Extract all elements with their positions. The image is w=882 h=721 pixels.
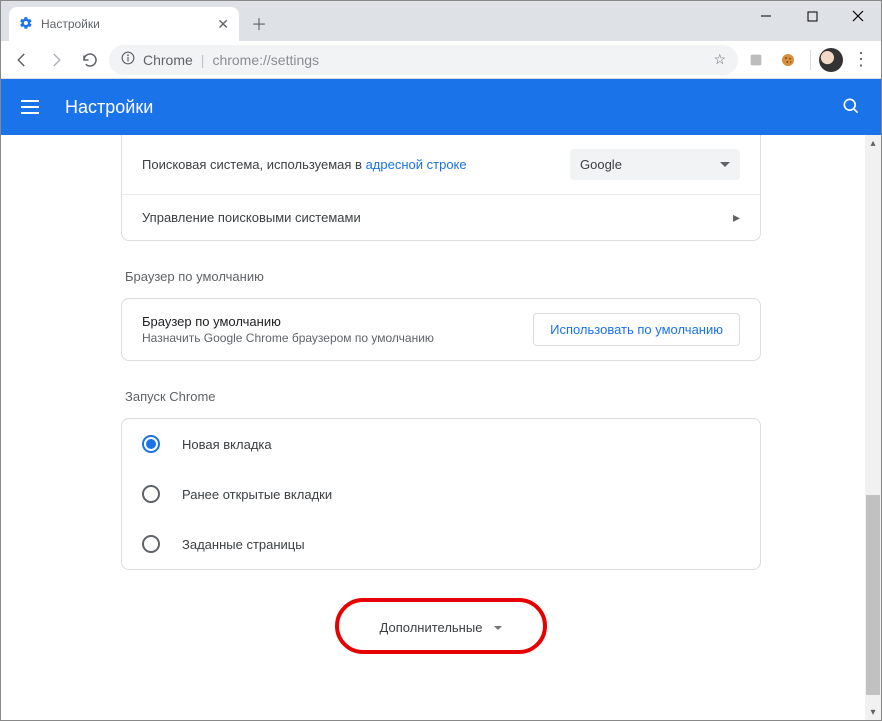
content-wrap: Поисковая система, используемая в адресн… <box>1 135 881 720</box>
omnibox-url: chrome://settings <box>212 52 319 68</box>
startup-option-label: Новая вкладка <box>182 437 272 452</box>
scrollbar-thumb[interactable] <box>866 495 880 695</box>
omnibox[interactable]: Chrome | chrome://settings ☆ <box>109 45 738 75</box>
new-tab-button[interactable]: ＋ <box>245 9 273 37</box>
scroll-up-arrow[interactable]: ▴ <box>865 135 881 151</box>
search-engine-select[interactable]: Google <box>570 149 740 180</box>
site-info-icon[interactable] <box>121 51 135 68</box>
omnibox-chrome-label: Chrome <box>143 52 193 68</box>
manage-search-engines-label: Управление поисковыми системами <box>142 210 361 225</box>
default-browser-title: Браузер по умолчанию <box>142 314 434 329</box>
gear-icon <box>19 16 33 33</box>
titlebar: Настройки ✕ ＋ <box>1 1 881 41</box>
startup-option-label: Заданные страницы <box>182 537 305 552</box>
startup-option-specific[interactable]: Заданные страницы <box>122 519 760 569</box>
close-window-button[interactable] <box>835 1 881 31</box>
on-startup-card: Новая вкладка Ранее открытые вкладки Зад… <box>121 418 761 570</box>
radio-icon[interactable] <box>142 435 160 453</box>
search-engine-card: Поисковая система, используемая в адресн… <box>121 135 761 241</box>
default-browser-row: Браузер по умолчанию Назначить Google Ch… <box>122 299 760 360</box>
browser-tab-settings[interactable]: Настройки ✕ <box>9 7 239 41</box>
startup-option-continue[interactable]: Ранее открытые вкладки <box>122 469 760 519</box>
default-browser-section-title: Браузер по умолчанию <box>121 269 761 284</box>
search-icon[interactable] <box>841 96 861 119</box>
default-browser-text-block: Браузер по умолчанию Назначить Google Ch… <box>142 314 434 345</box>
settings-title: Настройки <box>65 97 153 118</box>
advanced-button-wrap: Дополнительные <box>121 612 761 643</box>
close-tab-icon[interactable]: ✕ <box>217 16 229 33</box>
forward-button[interactable] <box>41 45 71 75</box>
radio-icon[interactable] <box>142 535 160 553</box>
search-engine-text: Поисковая система, используемая в <box>142 157 366 172</box>
bookmark-star-icon[interactable]: ☆ <box>713 51 726 68</box>
startup-option-new-tab[interactable]: Новая вкладка <box>122 419 760 469</box>
chevron-right-icon: ▸ <box>733 209 740 226</box>
radio-icon[interactable] <box>142 485 160 503</box>
menu-icon[interactable] <box>21 95 45 119</box>
back-button[interactable] <box>7 45 37 75</box>
chevron-down-icon <box>720 162 730 167</box>
settings-header: Настройки <box>1 79 881 135</box>
toolbar-separator <box>810 50 811 70</box>
default-browser-card: Браузер по умолчанию Назначить Google Ch… <box>121 298 761 361</box>
minimize-button[interactable] <box>743 1 789 31</box>
reload-button[interactable] <box>75 45 105 75</box>
scrollbar-track[interactable]: ▴ ▾ <box>865 135 881 720</box>
chrome-menu-button[interactable]: ⋮ <box>847 46 875 74</box>
search-engine-label: Поисковая система, используемая в адресн… <box>142 157 467 172</box>
toolbar: Chrome | chrome://settings ☆ ⋮ <box>1 41 881 79</box>
address-bar-link[interactable]: адресной строке <box>366 157 467 172</box>
maximize-button[interactable] <box>789 1 835 31</box>
extension-icon-cookie[interactable] <box>774 46 802 74</box>
search-engine-row: Поисковая система, используемая в адресн… <box>122 135 760 194</box>
extension-icon-1[interactable] <box>742 46 770 74</box>
make-default-button[interactable]: Использовать по умолчанию <box>533 313 740 346</box>
advanced-label: Дополнительные <box>380 620 483 635</box>
search-engine-selected-value: Google <box>580 157 622 172</box>
advanced-toggle-button[interactable]: Дополнительные <box>362 612 521 643</box>
default-browser-subtitle: Назначить Google Chrome браузером по умо… <box>142 331 434 345</box>
on-startup-section-title: Запуск Chrome <box>121 389 761 404</box>
startup-option-label: Ранее открытые вкладки <box>182 487 332 502</box>
chevron-down-icon <box>494 626 502 630</box>
scroll-down-arrow[interactable]: ▾ <box>865 704 881 720</box>
omnibox-divider: | <box>201 52 205 68</box>
settings-content: Поисковая система, используемая в адресн… <box>1 135 881 703</box>
tab-title: Настройки <box>41 17 100 31</box>
window-controls <box>743 1 881 31</box>
manage-search-engines-row[interactable]: Управление поисковыми системами ▸ <box>122 194 760 240</box>
avatar[interactable] <box>819 48 843 72</box>
